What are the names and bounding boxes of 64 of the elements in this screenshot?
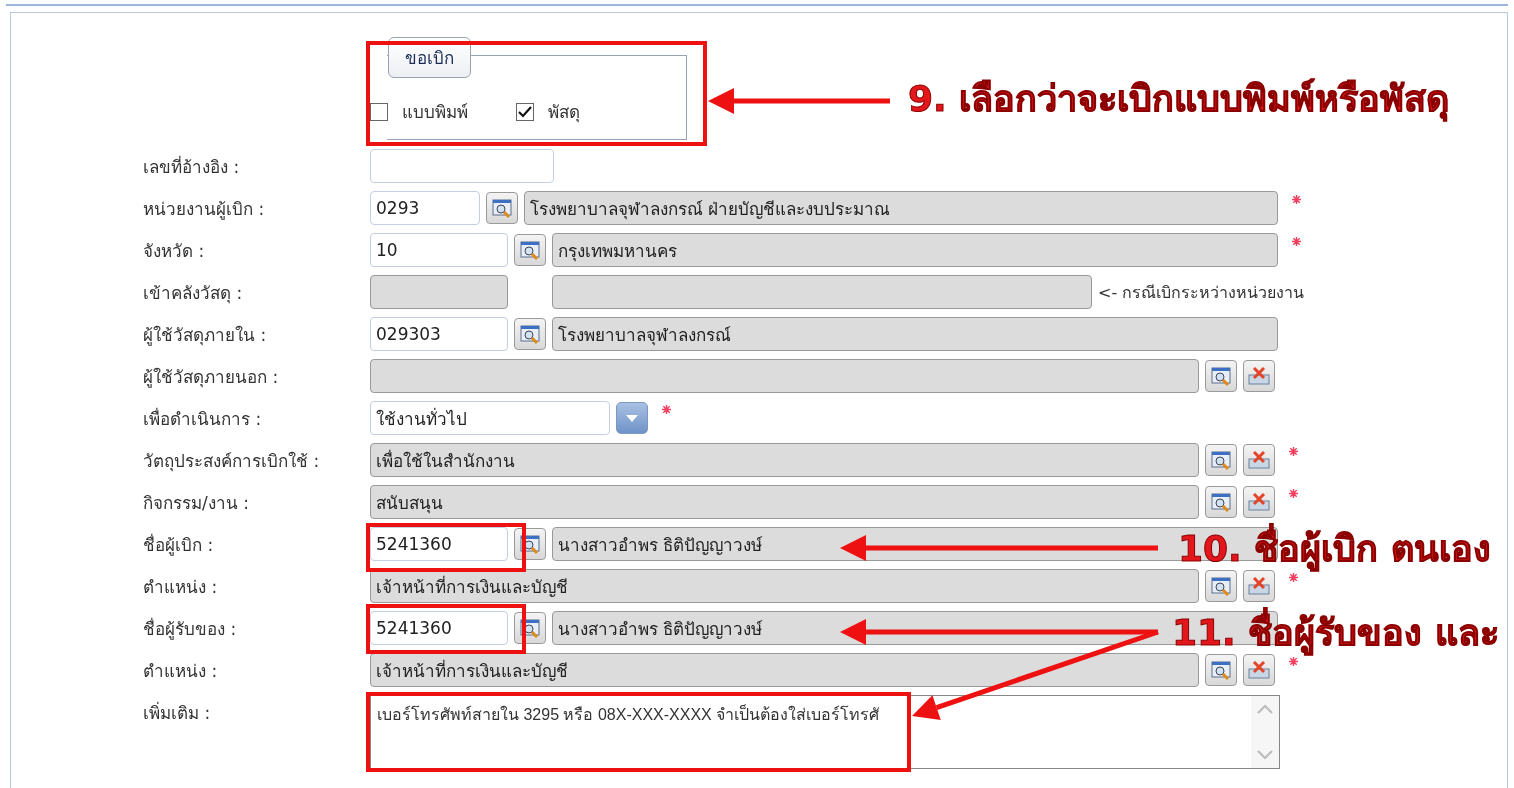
field-label: ผู้ใช้วัสดุภายใน : <box>143 323 268 348</box>
field-label: เพื่อดำเนินการ : <box>143 406 263 431</box>
lookup-button[interactable] <box>1205 444 1237 476</box>
clear-button[interactable] <box>1243 486 1275 518</box>
field-label: เข้าคลังวัสดุ : <box>143 281 244 306</box>
name-field: โรงพยาบาลจุฬาลงกรณ์ ฝ่ายบัญชีและงบประมาณ <box>524 191 1278 225</box>
lookup-button[interactable] <box>1205 360 1237 392</box>
checkbox-label: พัสดุ <box>548 101 580 125</box>
name-field: โรงพยาบาลจุฬาลงกรณ์ <box>552 317 1278 351</box>
lookup-icon <box>1210 659 1232 681</box>
clear-icon <box>1247 365 1271 387</box>
lookup-icon <box>1210 365 1232 387</box>
field-label: วัตถุประสงค์การเบิกใช้ : <box>143 449 321 474</box>
value-field: สนับสนุน <box>370 485 1199 519</box>
hint-text: <- กรณีเบิกระหว่างหน่วยงาน <box>1098 281 1305 304</box>
code-field[interactable]: 5241360 <box>370 611 508 645</box>
checkbox[interactable] <box>370 102 388 121</box>
code-field[interactable]: 10 <box>370 233 508 267</box>
value-field: เจ้าหน้าที่การเงินและบัญชี <box>370 569 1199 603</box>
field-label: ผู้ใช้วัสดุภายนอก : <box>143 365 280 390</box>
name-field: กรุงเทพมหานคร <box>552 233 1278 267</box>
clear-button[interactable] <box>1243 360 1275 392</box>
lookup-icon <box>1210 491 1232 513</box>
lookup-icon <box>1210 449 1232 471</box>
lookup-button[interactable] <box>514 234 546 266</box>
callout-text: 9. เลือกว่าจะเบิกแบบพิมพ์หรือพัสดุ <box>904 70 1454 128</box>
clear-icon <box>1247 449 1271 471</box>
select-field[interactable]: ใช้งานทั่วไป <box>370 401 610 435</box>
field-label: ตำแหน่ง : <box>143 575 219 599</box>
lookup-icon <box>519 323 541 345</box>
checkbox[interactable] <box>516 102 534 121</box>
value-field: เจ้าหน้าที่การเงินและบัญชี <box>370 653 1199 687</box>
field-label: ตำแหน่ง : <box>143 659 219 683</box>
code-field[interactable] <box>370 275 508 309</box>
clear-button[interactable] <box>1243 444 1275 476</box>
lookup-icon <box>1210 575 1232 597</box>
lookup-button[interactable] <box>1205 654 1237 686</box>
lookup-icon <box>519 239 541 261</box>
lookup-icon <box>491 197 513 219</box>
code-field[interactable]: 029303 <box>370 317 508 351</box>
lookup-button[interactable] <box>1205 486 1237 518</box>
clear-button[interactable] <box>1243 570 1275 602</box>
dropdown-button[interactable] <box>616 402 648 434</box>
field-label: จังหวัด : <box>143 239 206 263</box>
value-field: เพื่อใช้ในสำนักงาน <box>370 443 1199 477</box>
lookup-button[interactable] <box>514 318 546 350</box>
caret-icon <box>625 413 639 423</box>
clear-icon <box>1247 659 1271 681</box>
lookup-button[interactable] <box>486 192 518 224</box>
field-label: ชื่อผู้รับของ : <box>143 616 238 642</box>
checkbox-label: แบบพิมพ์ <box>402 101 468 124</box>
code-field[interactable]: 0293 <box>370 191 480 225</box>
clear-icon <box>1247 491 1271 513</box>
field-label: เลขที่อ้างอิง : <box>143 154 241 179</box>
field-label: เพิ่มเติม : <box>143 700 212 725</box>
reference-field[interactable] <box>370 149 554 183</box>
clear-icon <box>1247 575 1271 597</box>
code-field[interactable]: 5241360 <box>370 527 508 561</box>
field-label: ชื่อผู้เบิก : <box>143 532 215 558</box>
field-label: หน่วยงานผู้เบิก : <box>143 197 266 222</box>
clear-button[interactable] <box>1243 654 1275 686</box>
lookup-button[interactable] <box>1205 570 1237 602</box>
group-title: ขอเบิก <box>388 37 471 78</box>
field-label: กิจกรรม/งาน : <box>143 491 250 515</box>
